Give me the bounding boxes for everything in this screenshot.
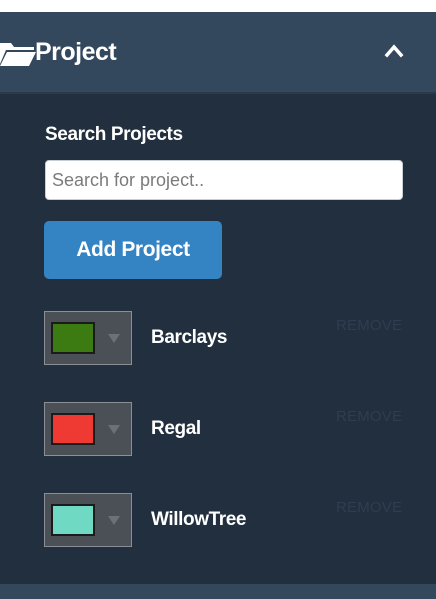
color-picker[interactable] [44,493,132,547]
project-name: WillowTree [151,509,247,530]
dropdown-arrow-icon [108,334,120,343]
project-row-regal: Regal REMOVE [0,402,436,458]
color-swatch [51,504,95,536]
color-picker[interactable] [44,402,132,456]
add-project-button[interactable]: Add Project [44,221,222,279]
remove-button[interactable]: REMOVE [336,317,402,334]
search-input[interactable] [45,160,403,200]
color-picker[interactable] [44,311,132,365]
project-name: Barclays [151,327,228,348]
dropdown-arrow-icon [108,425,120,434]
folder-open-icon [0,43,36,66]
project-row-barclays: Barclays REMOVE [0,311,436,367]
remove-button[interactable]: REMOVE [336,408,402,425]
panel-title: Project [35,38,117,66]
panel-footer [0,584,436,599]
dropdown-arrow-icon [108,516,120,525]
project-panel: Project Search Projects Add Project Barc… [0,12,436,599]
search-projects-label: Search Projects [45,124,183,145]
project-name: Regal [151,418,201,439]
panel-header[interactable]: Project [0,12,436,94]
color-swatch [51,413,95,445]
chevron-up-icon[interactable] [384,42,404,58]
color-swatch [51,322,95,354]
remove-button[interactable]: REMOVE [336,499,402,516]
project-row-willowtree: WillowTree REMOVE [0,493,436,549]
